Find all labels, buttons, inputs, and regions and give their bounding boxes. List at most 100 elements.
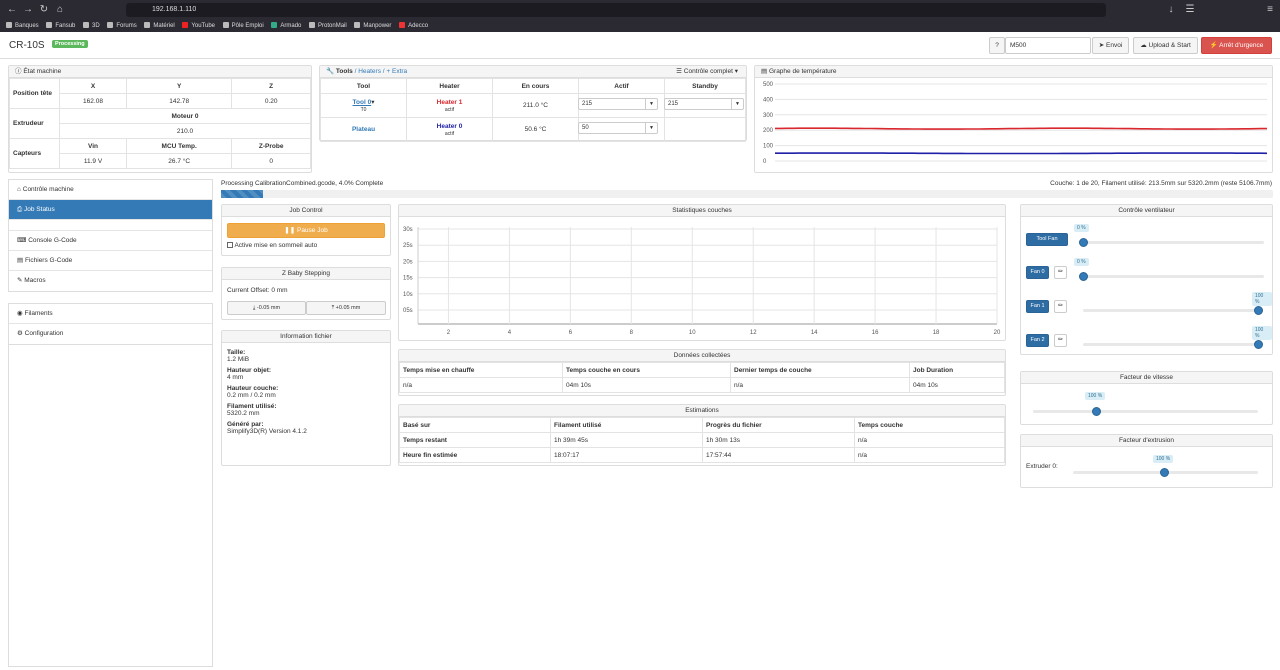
- bookmark-item[interactable]: Armado: [271, 20, 301, 32]
- menu-icon[interactable]: ≡: [1264, 4, 1276, 16]
- baby-minus-label: -0.05 mm: [256, 305, 281, 311]
- folder-icon: [6, 22, 12, 28]
- pin-icon[interactable]: ✏: [1054, 266, 1067, 279]
- pause-job-button[interactable]: ❚❚ Pause Job: [227, 223, 385, 238]
- layer-stats-grid: 30s 25s 20s 15s 10s 05s 2 4 6 8 10 12 14 16 18 20: [403, 227, 1001, 336]
- reload-icon[interactable]: ↻: [38, 4, 50, 16]
- object-height-value: 4 mm: [227, 374, 244, 381]
- slider-handle[interactable]: [1092, 407, 1101, 416]
- baby-step-plus-button[interactable]: ⤒ +0.05 mm: [306, 301, 386, 315]
- machine-status-table: Position tête XYZ 162.08 142.78 0.20 Extru…: [9, 78, 311, 169]
- extrusion-factor-slider[interactable]: [1073, 468, 1258, 477]
- sensors-label: Capteurs: [9, 138, 60, 169]
- bookmark-label: Banques: [15, 23, 39, 29]
- fan0-slider[interactable]: [1079, 272, 1264, 281]
- panel-title: Facteur de vitesse: [1021, 372, 1272, 384]
- bookmark-label: Forums: [116, 23, 137, 29]
- tools-tab[interactable]: Tools: [336, 68, 353, 75]
- panel-title: Données collectées: [399, 350, 1005, 362]
- sidebar-item-job-status[interactable]: ⎙ Job Status: [9, 200, 212, 220]
- extra-tab[interactable]: Extra: [392, 68, 407, 75]
- temperature-graph: 500 400 300 200 100 0: [763, 82, 1268, 165]
- z-value: 0.20: [231, 93, 311, 109]
- sidebar-item-macros[interactable]: ✎ Macros: [9, 271, 212, 291]
- slider-handle[interactable]: [1254, 306, 1263, 315]
- estimation-value: n/a: [854, 447, 1005, 463]
- bookmark-item[interactable]: Fansub: [46, 20, 75, 32]
- mcu-value: 26.7 °C: [125, 153, 233, 169]
- site-icon: [399, 22, 406, 28]
- send-button[interactable]: ➤ Envoi: [1092, 37, 1129, 54]
- full-control-dropdown[interactable]: ☰ Contrôle complet ▾: [676, 66, 738, 78]
- heater0-cell[interactable]: Heater 0 actif: [406, 117, 493, 142]
- sidebar-item-filaments[interactable]: ◉ Filaments: [9, 304, 212, 324]
- url-bar[interactable]: 192.168.1.110: [126, 3, 1106, 17]
- estimation-value: 1h 30m 13s: [702, 432, 855, 448]
- folder-icon: [144, 22, 151, 28]
- tool0-link[interactable]: Tool 0: [353, 99, 372, 106]
- panel-title: Job Control: [222, 205, 390, 217]
- tool-fan-slider[interactable]: [1079, 238, 1264, 247]
- fan1-slider[interactable]: [1083, 306, 1263, 315]
- layer-stats-x-tick: 18: [933, 330, 940, 336]
- bookmark-item[interactable]: Matériel: [144, 20, 175, 32]
- active-header: Actif: [578, 78, 665, 94]
- downloads-icon[interactable]: ↓: [1165, 4, 1177, 16]
- help-button[interactable]: ?: [989, 37, 1005, 54]
- slider-handle[interactable]: [1079, 238, 1088, 247]
- extruder0-label: Extruder 0:: [1026, 463, 1058, 470]
- gcode-input[interactable]: M500: [1005, 37, 1091, 54]
- fan1-button[interactable]: Fan 1: [1026, 300, 1049, 313]
- bookmark-item[interactable]: ProtonMail: [309, 20, 347, 32]
- home-icon[interactable]: ⌂: [54, 4, 66, 16]
- tool0-active-select[interactable]: 215 ▼: [578, 98, 658, 110]
- tool-fan-button[interactable]: Tool Fan: [1026, 233, 1068, 246]
- pin-icon[interactable]: ✏: [1054, 334, 1067, 347]
- emergency-stop-button[interactable]: ⚡ Arrêt d'urgence: [1201, 37, 1272, 54]
- bed-active-select[interactable]: 50 ▼: [578, 122, 658, 134]
- slider-handle[interactable]: [1160, 468, 1169, 477]
- slider-handle[interactable]: [1254, 340, 1263, 349]
- sidebar-item-label: Contrôle machine: [22, 186, 74, 193]
- layer-stats-y-tick: 25s: [403, 243, 413, 249]
- bookmark-item[interactable]: YouTube: [182, 20, 215, 32]
- panel-title: État machine: [23, 68, 62, 75]
- bookmark-label: YouTube: [191, 23, 215, 29]
- sidebar-item-gcode-console[interactable]: ⌨ Console G-Code: [9, 231, 212, 251]
- tool0-standby-select[interactable]: 215 ▼: [664, 98, 744, 110]
- auto-sleep-checkbox[interactable]: [227, 242, 233, 248]
- bookmark-label: Pôle Emploi: [231, 23, 264, 29]
- sidebar-item-machine-control[interactable]: ⌂ Contrôle machine: [9, 180, 212, 200]
- heaters-tab[interactable]: Heaters: [358, 68, 381, 75]
- back-icon[interactable]: ←: [6, 4, 18, 16]
- fan0-button[interactable]: Fan 0: [1026, 266, 1049, 279]
- bookmark-item[interactable]: Banques: [6, 20, 39, 32]
- layer-stats-x-tick: 4: [508, 330, 512, 336]
- layer-stats-panel: Statistiques couches 30s 25s 20s 15s 10s 05s 2…: [398, 204, 1006, 341]
- layer-stats-y-tick: 15s: [403, 276, 413, 282]
- fan2-button[interactable]: Fan 2: [1026, 334, 1049, 347]
- pin-icon[interactable]: ✏: [1054, 300, 1067, 313]
- auto-sleep-option[interactable]: Active mise en sommeil auto: [227, 242, 317, 249]
- bookmark-item[interactable]: Adecco: [399, 20, 428, 32]
- library-icon[interactable]: ☰: [1184, 4, 1196, 16]
- folder-icon: [107, 22, 114, 28]
- x-header: X: [59, 78, 127, 94]
- bookmark-item[interactable]: Pôle Emploi: [222, 20, 264, 32]
- bookmark-item[interactable]: Forums: [107, 20, 137, 32]
- bed-label[interactable]: Plateau: [320, 117, 407, 142]
- fan2-slider[interactable]: [1083, 340, 1263, 349]
- bookmark-label: ProtonMail: [318, 23, 347, 29]
- sidebar-item-gcode-files[interactable]: ▤ Fichiers G-Code: [9, 251, 212, 271]
- heater1-cell[interactable]: Heater 1 actif: [406, 93, 493, 118]
- sidebar-item-label: Filaments: [24, 310, 53, 317]
- baby-step-minus-button[interactable]: ⤓ -0.05 mm: [227, 301, 306, 315]
- forward-icon[interactable]: →: [22, 4, 34, 16]
- motor-value: 210.0: [59, 123, 311, 139]
- sidebar-item-configuration[interactable]: ⚙ Configuration: [9, 324, 212, 344]
- bookmark-item[interactable]: 3D: [83, 20, 100, 32]
- upload-start-button[interactable]: ☁ Upload & Start: [1133, 37, 1198, 54]
- bookmark-item[interactable]: Manpower: [354, 20, 391, 32]
- slider-handle[interactable]: [1079, 272, 1088, 281]
- speed-factor-slider[interactable]: [1033, 407, 1258, 416]
